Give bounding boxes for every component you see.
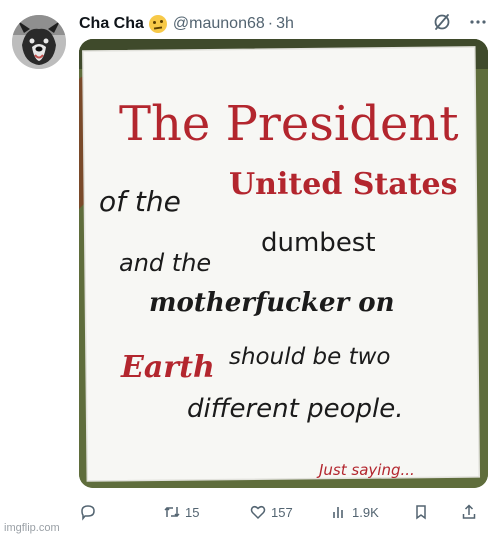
like-button[interactable]: 157 <box>249 500 293 524</box>
sign-line-5b: should be two <box>229 344 390 370</box>
sign-line-7: Just saying... <box>316 461 415 479</box>
sign-line-5a: Earth <box>120 350 215 385</box>
author-handle[interactable]: @maunon68 <box>173 15 265 33</box>
reply-button[interactable] <box>79 500 101 524</box>
sign-line-2b: United States <box>229 167 458 202</box>
bookmark-button[interactable] <box>412 500 430 524</box>
dog-avatar-image <box>12 15 66 69</box>
more-options-icon[interactable] <box>468 12 488 37</box>
retweet-button[interactable]: 15 <box>163 500 199 524</box>
like-count: 157 <box>271 504 293 520</box>
share-icon <box>462 504 476 519</box>
imgflip-watermark: imgflip.com <box>4 522 60 534</box>
heart-icon <box>250 505 266 520</box>
avatar[interactable] <box>12 15 66 69</box>
sign-line-6: different people. <box>187 394 404 424</box>
tweet-action-bar: 15 157 1.9K <box>79 500 488 524</box>
sign-line-4: motherfucker on <box>149 288 394 318</box>
tweet-photo[interactable]: The President of the United States and t… <box>79 39 488 488</box>
views-button[interactable]: 1.9K <box>330 500 379 524</box>
retweet-icon <box>164 506 180 518</box>
sign-line-2a: of the <box>99 185 181 218</box>
reply-icon <box>81 505 95 521</box>
grok-icon[interactable] <box>432 12 452 37</box>
share-button[interactable] <box>460 500 478 524</box>
views-icon <box>333 507 343 518</box>
raised-eyebrow-emoji-icon <box>148 15 167 33</box>
header-actions <box>432 12 488 36</box>
tweet-header: Cha Cha @maunon68 · 3h <box>79 12 488 36</box>
sign-line-3a: and the <box>119 249 211 277</box>
sign-line-3b: dumbest <box>261 228 376 258</box>
protest-sign-image: The President of the United States and t… <box>79 39 488 488</box>
meta-separator: · <box>267 15 274 32</box>
retweet-count: 15 <box>185 504 200 520</box>
bookmark-icon <box>416 505 426 520</box>
author-name[interactable]: Cha Cha <box>79 15 144 33</box>
views-count: 1.9K <box>352 504 379 520</box>
timestamp[interactable]: 3h <box>276 15 294 33</box>
sign-line-1: The President <box>119 96 459 152</box>
